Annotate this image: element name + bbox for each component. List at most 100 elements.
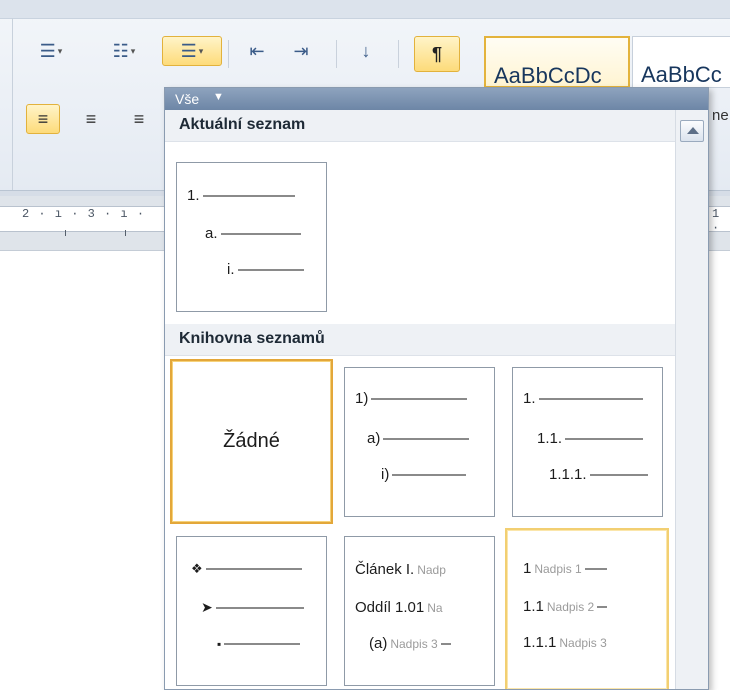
level-number: 1.1	[523, 598, 544, 615]
multilevel-list-button[interactable]: ☰ ▾	[162, 36, 222, 66]
gallery-filter-header[interactable]: Vše ▼	[165, 88, 708, 110]
level-number: 1)	[355, 390, 369, 407]
show-formatting-button[interactable]: ¶	[414, 36, 460, 72]
style-preview: AaBbCc	[641, 62, 722, 87]
level-number: Oddíl 1.01	[355, 599, 425, 616]
align-left-button[interactable]: ≡	[26, 104, 60, 134]
list-level-3: ▪	[217, 637, 301, 651]
level-number: 1.	[523, 390, 536, 407]
level-line	[215, 606, 304, 609]
level-heading-text: Nadpis 3	[559, 635, 607, 650]
list-level-2: 1.1 Nadpis 2	[523, 598, 608, 615]
bullet-list-icon: ☰	[39, 41, 56, 61]
section-current-list: Aktuální seznam	[165, 110, 675, 142]
style-no-spacing[interactable]: AaBbCc	[632, 36, 730, 88]
level-line	[538, 397, 643, 400]
style-normal[interactable]: AaBbCcDc	[484, 36, 630, 88]
square-bullet-icon: ▪	[217, 637, 222, 651]
style-label-fragment: ne	[712, 107, 729, 124]
level-line	[371, 397, 468, 400]
arrow-bullet-icon: ➤	[201, 599, 213, 615]
bullets-button[interactable]: ☰ ▾	[32, 36, 70, 66]
ruler-marks-right: 1 ·	[712, 207, 720, 235]
list-level-3: (a) Nadpis 3	[369, 635, 451, 652]
chevron-down-icon: ▾	[130, 45, 136, 56]
section-title: Aktuální seznam	[179, 116, 306, 133]
level-heading-text: Nadpis 1	[534, 561, 582, 576]
list-level-2: ➤	[201, 599, 304, 616]
increase-indent-icon: ⇥	[293, 41, 309, 61]
list-level-2: Oddíl 1.01 Na	[355, 599, 443, 616]
list-style-headings[interactable]: 1 Nadpis 1 1.1 Nadpis 2 1.1.1 Nadpis 3	[505, 528, 669, 689]
level-line	[392, 473, 467, 476]
current-list-tile[interactable]: 1. a. i.	[176, 162, 327, 312]
decrease-indent-button[interactable]: ⇤	[240, 36, 274, 66]
gallery-filter-label: Vše	[175, 91, 200, 107]
level-heading-text: Nadp	[417, 562, 446, 577]
decrease-indent-icon: ⇤	[249, 41, 265, 61]
ribbon-separator	[398, 40, 399, 68]
section-title: Knihovna seznamů	[179, 330, 325, 347]
level-number: i)	[381, 466, 390, 483]
level-heading-text: Nadpis 3	[390, 636, 438, 651]
level-number: 1.	[187, 187, 200, 204]
chevron-down-icon: ▾	[198, 45, 204, 56]
level-number: 1.1.1.	[549, 466, 587, 483]
level-line	[383, 437, 470, 440]
level-heading-text: Na	[427, 600, 443, 615]
ruler-tick	[125, 230, 126, 236]
list-level-1: 1)	[355, 390, 468, 407]
level-line	[597, 605, 608, 608]
align-center-button[interactable]: ≡	[74, 104, 108, 134]
list-level-2: 1.1.	[537, 430, 644, 447]
level-line	[205, 568, 302, 570]
ribbon-separator	[228, 40, 229, 68]
align-left-icon: ≡	[37, 109, 49, 129]
list-style-decimal-outline[interactable]: 1. 1.1. 1.1.1.	[512, 367, 663, 517]
level-number: 1.1.1	[523, 634, 557, 651]
list-level-1: 1 Nadpis 1	[523, 560, 607, 577]
list-style-bullets[interactable]: ❖ ➤ ▪	[176, 536, 327, 686]
list-level-1: 1.	[523, 390, 643, 407]
list-style-none[interactable]: Žádné	[170, 359, 333, 524]
diamond-bullet-icon: ❖	[191, 561, 203, 576]
level-line	[584, 567, 607, 570]
align-center-icon: ≡	[85, 109, 97, 129]
level-number: 1	[523, 560, 532, 577]
ribbon-group-separator	[12, 18, 13, 190]
scroll-up-button[interactable]	[680, 120, 704, 142]
level-number: Článek I.	[355, 561, 415, 578]
gallery-scrollbar[interactable]	[675, 110, 708, 689]
level-line	[440, 642, 451, 645]
increase-indent-button[interactable]: ⇥	[284, 36, 318, 66]
list-style-article-section[interactable]: Článek I. Nadp Oddíl 1.01 Na (a) Nadpis 3	[344, 536, 495, 686]
level-line	[237, 268, 304, 271]
section-list-library: Knihovna seznamů	[165, 324, 675, 356]
level-number: a.	[205, 225, 218, 242]
align-right-icon: ≡	[133, 109, 145, 129]
chevron-down-icon: ▼	[213, 91, 224, 103]
list-level-1: ❖	[191, 561, 302, 577]
list-level-3: 1.1.1.	[549, 466, 648, 483]
align-right-button[interactable]: ≡	[122, 104, 156, 134]
level-number: (a)	[369, 635, 388, 652]
chevron-down-icon: ▾	[57, 45, 63, 56]
level-number: i.	[227, 261, 235, 278]
ruler-tick	[65, 230, 66, 236]
pilcrow-icon: ¶	[431, 44, 442, 64]
level-number: 1.1.	[537, 430, 563, 447]
level-line	[220, 232, 301, 235]
ribbon-top-strip	[0, 0, 730, 19]
sort-az-icon: ↓	[361, 41, 371, 61]
list-style-parenthesis[interactable]: 1) a) i)	[344, 367, 495, 517]
ribbon-separator	[336, 40, 337, 68]
list-level-1: Článek I. Nadp	[355, 561, 446, 578]
level-line	[224, 643, 301, 645]
numbered-list-icon: ☷	[112, 41, 129, 61]
sort-button[interactable]: ↓	[348, 36, 384, 66]
ruler-marks: 2 · ı · 3 · ı ·	[22, 207, 146, 221]
list-level-1: 1.	[187, 187, 295, 204]
none-label: Žádné	[223, 430, 280, 452]
level-heading-text: Nadpis 2	[546, 599, 595, 614]
numbering-button[interactable]: ☷ ▾	[98, 36, 150, 66]
